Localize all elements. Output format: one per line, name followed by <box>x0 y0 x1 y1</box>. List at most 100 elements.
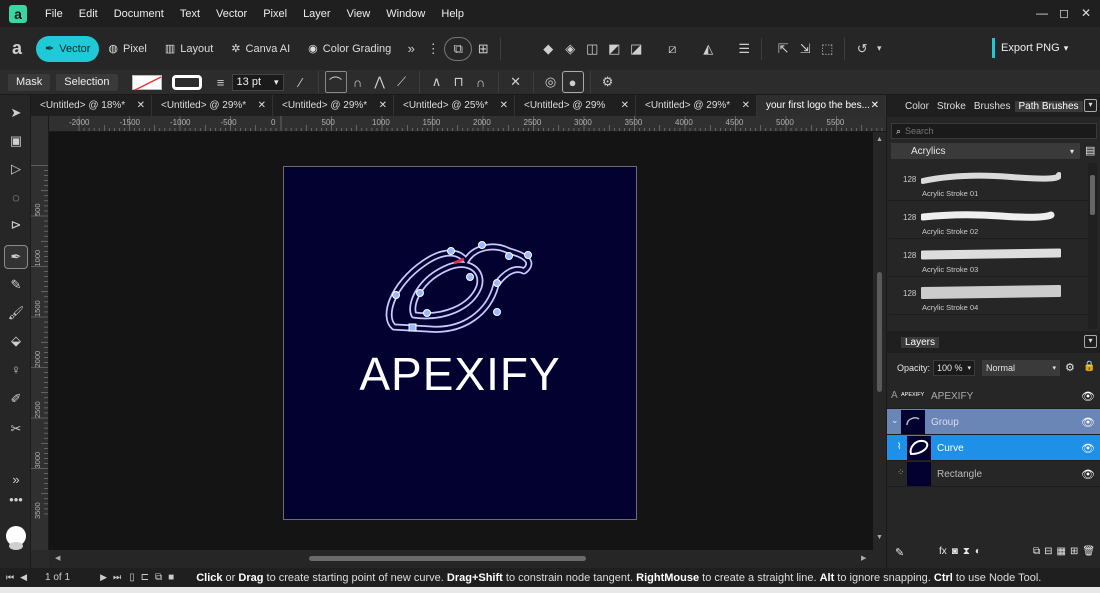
persona-canva-ai[interactable]: ✲ Canva AI <box>222 36 299 62</box>
arrange-forward-icon[interactable]: ⇱ <box>772 38 794 60</box>
flip-icon[interactable]: ◭ <box>697 38 719 60</box>
snapping-icon[interactable]: ↺ <box>851 38 873 60</box>
tab-stroke[interactable]: Stroke <box>933 101 970 112</box>
transform-icon[interactable]: ⬚ <box>816 38 838 60</box>
boolean-add-icon[interactable]: ◆ <box>537 38 559 60</box>
logo-curve[interactable] <box>284 167 636 519</box>
tab-brushes[interactable]: Brushes <box>970 101 1015 112</box>
secondary-color-swatch[interactable] <box>9 542 23 550</box>
close-icon[interactable]: ✕ <box>742 100 750 111</box>
horizontal-ruler[interactable]: -2000 -1500 -1000 -500 0 500 1000 1500 2000 2500 3… <box>49 116 886 132</box>
canvas-area[interactable]: APEXIFY <box>49 132 873 550</box>
artboard-tool-icon[interactable]: ▣ <box>4 129 28 153</box>
snapping-dropdown-chevron-icon[interactable]: ▾ <box>873 38 885 60</box>
settings-gear-icon[interactable]: ⚙ <box>597 71 619 93</box>
crop-tool-icon[interactable]: ✂ <box>4 417 28 441</box>
panel-menu-chevron-icon[interactable]: ▾ <box>1084 99 1097 112</box>
boolean-xor-icon[interactable]: ◩ <box>603 38 625 60</box>
ellipsis-icon[interactable]: ••• <box>4 487 28 511</box>
layer-settings-gear-icon[interactable]: ⚙ <box>1065 361 1075 374</box>
artboard[interactable]: APEXIFY <box>283 166 637 520</box>
menu-window[interactable]: Window <box>378 8 433 20</box>
stroke-size-field[interactable]: 13 pt ▾ <box>231 73 284 91</box>
boolean-intersect-icon[interactable]: ◫ <box>581 38 603 60</box>
persona-pixel[interactable]: ◍ Pixel <box>99 36 155 62</box>
eyedropper-tool-icon[interactable]: ✐ <box>4 387 28 411</box>
scroll-down-arrow-icon[interactable]: ▼ <box>876 534 883 541</box>
vertical-ruler[interactable]: 500 1000 1500 2000 2500 3000 3500 <box>31 116 49 550</box>
tab-document-1[interactable]: <Untitled> @ 18%* ✕ <box>31 95 152 116</box>
menu-file[interactable]: File <box>37 8 71 20</box>
tab-path-brushes[interactable]: Path Brushes <box>1014 100 1083 112</box>
close-icon[interactable]: ✕ <box>258 100 266 111</box>
circle-fill-icon[interactable]: ● <box>561 71 584 93</box>
live-filter-icon[interactable]: ◐ <box>975 546 981 557</box>
brush-tool-icon[interactable]: 🖌 <box>4 301 28 325</box>
menu-edit[interactable]: Edit <box>71 8 106 20</box>
visibility-eye-icon[interactable]: 👁 <box>1081 416 1095 429</box>
brush-item[interactable] <box>889 315 1089 329</box>
mask-button[interactable]: Mask <box>8 73 51 91</box>
close-icon[interactable]: ✕ <box>379 100 387 111</box>
mask-layer-icon[interactable]: ◙ <box>952 546 958 557</box>
brush-item[interactable]: 128 Acrylic Stroke 03 <box>889 239 1089 277</box>
node-smooth-icon[interactable]: ⊓ <box>448 71 470 93</box>
visibility-eye-icon[interactable]: 👁 <box>1081 468 1095 481</box>
vertical-scrollbar[interactable]: ▲ ▼ <box>873 132 886 550</box>
transparency-tool-icon[interactable]: ♀ <box>4 357 28 381</box>
page-icon[interactable]: ▯ <box>129 572 135 583</box>
horizontal-scroll-thumb[interactable] <box>309 556 586 561</box>
close-window-icon[interactable]: ✕ <box>1076 4 1096 22</box>
duplicate-layer-icon[interactable]: ⊞ <box>1070 546 1078 557</box>
last-page-icon[interactable]: ⏭ <box>113 572 121 583</box>
brush-list-scrollbar[interactable] <box>1088 163 1097 329</box>
grid-view-icon[interactable]: ⊞ <box>472 38 494 60</box>
opacity-field[interactable]: 100 % ▾ <box>933 360 975 376</box>
next-page-icon[interactable]: ▶ <box>100 572 107 583</box>
copy-page-icon[interactable]: ⧉ <box>155 572 162 583</box>
corner-tool-icon[interactable]: ◌ <box>4 185 28 209</box>
persona-layout[interactable]: ▥ Layout <box>156 36 222 62</box>
tab-layers[interactable]: Layers <box>901 336 940 348</box>
point-transform-icon[interactable]: ⊳ <box>4 213 28 237</box>
layer-row-rectangle[interactable]: ⁘ Rectangle 👁 <box>887 461 1100 487</box>
minimize-icon[interactable]: — <box>1032 4 1052 22</box>
node-smart-icon[interactable]: ∩ <box>470 71 492 93</box>
align-icon[interactable]: ☰ <box>733 38 755 60</box>
visibility-eye-icon[interactable]: 👁 <box>1081 390 1095 403</box>
scroll-up-arrow-icon[interactable]: ▲ <box>876 136 883 143</box>
brush-item[interactable]: 128 Acrylic Stroke 02 <box>889 201 1089 239</box>
close-icon[interactable]: ✕ <box>871 100 879 111</box>
fill-swatch[interactable] <box>131 74 162 91</box>
brush-search-input[interactable] <box>905 126 1086 136</box>
tab-document-2[interactable]: <Untitled> @ 29%* ✕ <box>152 95 273 116</box>
node-sharp-icon[interactable]: ∧ <box>426 71 448 93</box>
brush-item[interactable]: 128 Acrylic Stroke 01 <box>889 163 1089 201</box>
delete-layer-icon[interactable]: 🗑 <box>1082 546 1095 557</box>
edit-layer-icon[interactable]: ✎ <box>895 546 904 559</box>
adjustment-icon[interactable]: ⧗ <box>963 546 970 557</box>
menu-document[interactable]: Document <box>106 8 172 20</box>
more-personas-chevron-icon[interactable]: » <box>400 38 422 60</box>
brush-category-dropdown[interactable]: Acrylics ▾ <box>891 143 1080 159</box>
spread-icon[interactable]: ⊏ <box>141 572 149 583</box>
add-layer-icon[interactable]: ⧉ <box>1033 546 1040 557</box>
tab-color[interactable]: Color <box>901 101 933 112</box>
blend-mode-dropdown[interactable]: Normal ▾ <box>982 360 1060 376</box>
lock-icon[interactable]: 🔒 <box>1083 361 1095 372</box>
scroll-right-arrow-icon[interactable]: ▶ <box>861 554 866 562</box>
convert-icon[interactable]: ⧄ <box>661 38 683 60</box>
vertical-scroll-thumb[interactable] <box>877 272 882 392</box>
scroll-left-arrow-icon[interactable]: ◀ <box>55 554 60 562</box>
add-pixel-layer-icon[interactable]: ▦ <box>1057 546 1066 557</box>
tab-document-3[interactable]: <Untitled> @ 29%* ✕ <box>273 95 394 116</box>
export-png-button[interactable]: Export PNG ▾ <box>992 38 1074 58</box>
add-group-icon[interactable]: ⊟ <box>1044 546 1052 557</box>
menu-layer[interactable]: Layer <box>295 8 339 20</box>
close-icon[interactable]: ✕ <box>500 100 508 111</box>
stroke-swatch[interactable] <box>171 74 202 90</box>
tab-document-active[interactable]: your first logo the bes... ✕ <box>757 95 886 116</box>
arrange-back-icon[interactable]: ⇲ <box>794 38 816 60</box>
tab-document-4[interactable]: <Untitled> @ 25%* ✕ <box>394 95 515 116</box>
fill-tool-icon[interactable]: ⬙ <box>4 329 28 353</box>
